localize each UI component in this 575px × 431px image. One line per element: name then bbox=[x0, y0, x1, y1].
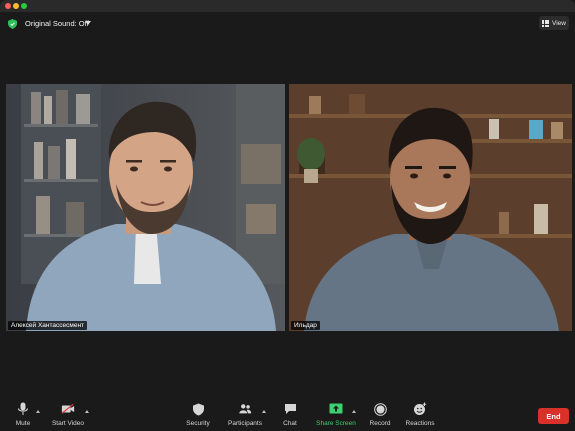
view-label: View bbox=[552, 19, 566, 27]
minimize-window-button[interactable] bbox=[13, 3, 19, 9]
participant-name-tag: Ильдар bbox=[291, 321, 320, 330]
share-screen-button[interactable]: Share Screen bbox=[316, 402, 356, 427]
start-video-label: Start Video bbox=[51, 420, 85, 427]
record-icon bbox=[373, 402, 387, 416]
chevron-up-icon[interactable] bbox=[85, 410, 89, 413]
share-screen-label: Share Screen bbox=[316, 420, 356, 427]
participants-label: Participants bbox=[228, 420, 262, 427]
end-meeting-button[interactable]: End bbox=[538, 408, 569, 424]
reactions-label: Reactions bbox=[405, 420, 435, 427]
chevron-up-icon[interactable] bbox=[262, 410, 266, 413]
close-window-button[interactable] bbox=[5, 3, 11, 9]
title-bar bbox=[0, 0, 575, 12]
shield-icon[interactable] bbox=[8, 19, 17, 29]
active-speaker-video-tile[interactable]: Ильдар bbox=[289, 84, 572, 331]
participant-video bbox=[6, 84, 285, 331]
microphone-icon bbox=[16, 402, 30, 416]
chat-button[interactable]: Chat bbox=[280, 402, 300, 427]
participants-button[interactable]: Participants bbox=[228, 402, 262, 427]
maximize-window-button[interactable] bbox=[21, 3, 27, 9]
view-button[interactable]: View bbox=[539, 16, 569, 30]
smiley-icon bbox=[413, 402, 427, 416]
video-off-icon bbox=[61, 402, 75, 416]
mute-label: Mute bbox=[15, 420, 31, 427]
participants-icon bbox=[238, 402, 252, 416]
chevron-up-icon[interactable] bbox=[36, 410, 40, 413]
share-screen-icon bbox=[329, 402, 343, 416]
security-button[interactable]: Security bbox=[186, 402, 210, 427]
chevron-down-icon[interactable] bbox=[85, 21, 91, 25]
original-sound-label[interactable]: Original Sound: Off bbox=[25, 19, 89, 28]
start-video-button[interactable]: Start Video bbox=[51, 402, 85, 427]
meeting-toolbar: Mute Start Video Security Participants C… bbox=[0, 396, 575, 431]
security-label: Security bbox=[186, 420, 210, 427]
mute-button[interactable]: Mute bbox=[10, 402, 36, 427]
participant-name-tag: Алексей Хантассесмент bbox=[8, 321, 88, 330]
reactions-button[interactable]: Reactions bbox=[405, 402, 435, 427]
chat-bubble-icon bbox=[283, 402, 297, 416]
record-label: Record bbox=[369, 420, 391, 427]
meeting-top-bar: Original Sound: Off View bbox=[0, 14, 575, 34]
zoom-meeting-window: Original Sound: Off View Алексей Хантасс… bbox=[0, 0, 575, 431]
participant-video-tile[interactable]: Алексей Хантассесмент bbox=[6, 84, 285, 331]
chat-label: Chat bbox=[283, 420, 297, 427]
participant-video bbox=[289, 84, 572, 331]
record-button[interactable]: Record bbox=[368, 402, 392, 427]
chevron-up-icon[interactable] bbox=[352, 410, 356, 413]
shield-icon bbox=[191, 402, 205, 416]
grid-icon bbox=[542, 19, 549, 27]
